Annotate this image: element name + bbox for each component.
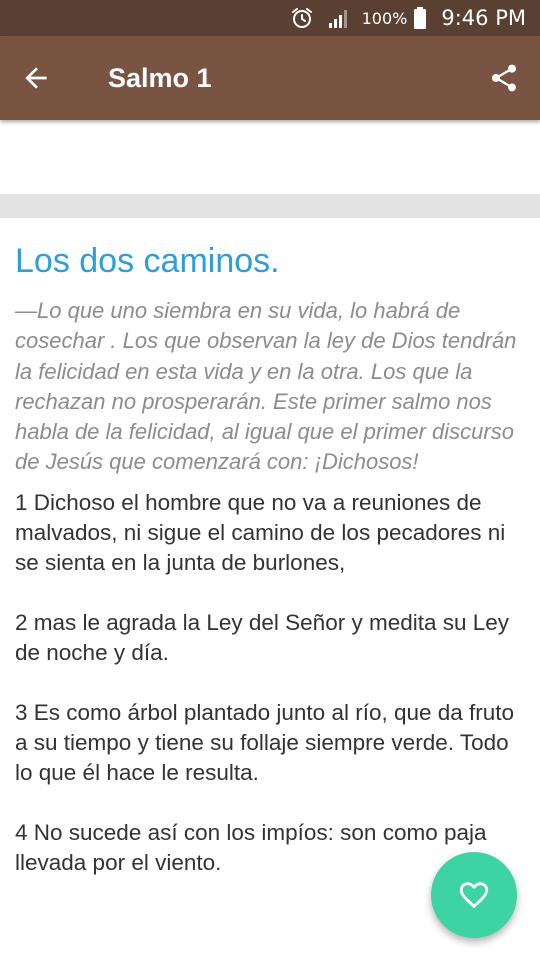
battery-percent: 100% — [361, 8, 408, 28]
alarm-icon — [290, 6, 314, 30]
section-divider — [0, 194, 540, 218]
share-button[interactable] — [488, 62, 520, 94]
heart-outline-icon — [459, 882, 489, 909]
favorite-button[interactable] — [431, 852, 517, 938]
battery-icon — [413, 6, 427, 30]
arrow-left-icon — [25, 67, 47, 89]
app-bar: Salmo 1 — [0, 36, 540, 120]
verse-1: 1 Dichoso el hombre que no va a reunione… — [15, 489, 506, 575]
ad-banner-area — [0, 120, 540, 194]
verse-list: 1 Dichoso el hombre que no va a reunione… — [15, 488, 527, 878]
psalm-heading: Los dos caminos. — [15, 242, 280, 280]
psalm-intro: —Lo que uno siembra en su vida, lo habrá… — [15, 298, 517, 475]
verse-3: 3 Es como árbol plantado junto al río, q… — [15, 699, 515, 785]
status-bar: 100% 9:46 PM — [0, 0, 540, 36]
back-button[interactable] — [20, 62, 52, 94]
share-icon — [492, 64, 516, 92]
status-time: 9:46 PM — [441, 6, 526, 30]
signal-icon — [328, 6, 352, 30]
psalm-content: Los dos caminos. —Lo que uno siembra en … — [15, 218, 527, 908]
page-title: Salmo 1 — [108, 63, 212, 93]
verse-2: 2 mas le agrada la Ley del Señor y medit… — [15, 609, 510, 665]
